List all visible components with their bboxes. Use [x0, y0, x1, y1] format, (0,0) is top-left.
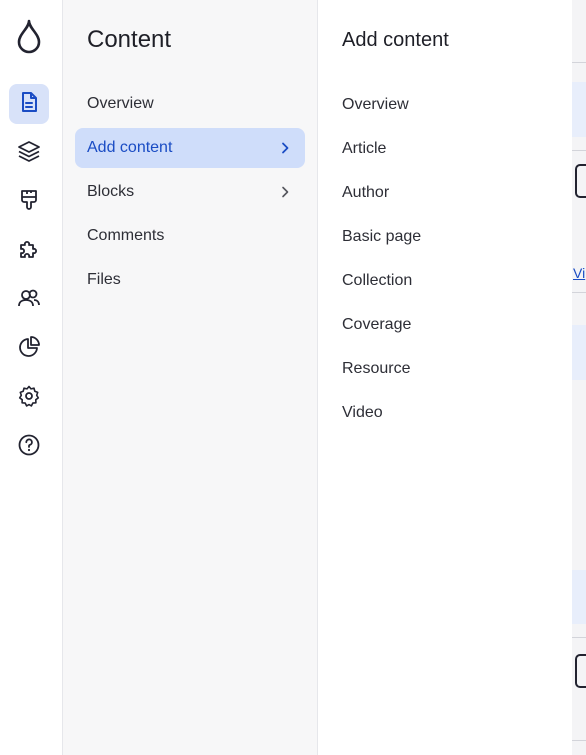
gear-icon [17, 384, 41, 413]
background-link[interactable]: Vi [573, 265, 585, 281]
rail-item-appearance[interactable] [9, 182, 49, 222]
divider [572, 740, 586, 741]
content-type-icon [575, 654, 586, 688]
divider [572, 150, 586, 151]
content-menu-item-overview[interactable]: Overview [75, 84, 305, 124]
rail-item-help[interactable] [9, 427, 49, 467]
content-menu: Content Overview Add content Blocks Comm… [63, 0, 318, 755]
add-content-item-coverage[interactable]: Coverage [342, 316, 411, 334]
add-content-item-basic-page[interactable]: Basic page [342, 228, 421, 246]
rail-item-extend[interactable] [9, 231, 49, 271]
menu-item-label: Files [87, 271, 121, 288]
help-icon [17, 433, 41, 462]
chevron-right-icon [277, 184, 293, 200]
add-content-item-article[interactable]: Article [342, 140, 386, 158]
brush-icon [17, 188, 41, 217]
rail-item-structure[interactable] [9, 133, 49, 173]
content-menu-item-blocks[interactable]: Blocks [75, 172, 305, 212]
pie-chart-icon [17, 335, 41, 364]
menu-item-label: Add content [87, 139, 173, 156]
content-menu-title: Content [87, 26, 172, 53]
add-content-item-collection[interactable]: Collection [342, 272, 412, 290]
drop-logo-icon[interactable] [14, 19, 44, 55]
document-icon [17, 90, 41, 119]
add-content-item-author[interactable]: Author [342, 184, 389, 202]
content-type-icon [575, 164, 586, 198]
table-header [572, 82, 586, 137]
background-page: Vi [572, 0, 586, 755]
content-menu-item-comments[interactable]: Comments [75, 216, 305, 256]
menu-item-label: Overview [87, 95, 154, 112]
add-content-menu: Add content Overview Article Author Basi… [318, 0, 572, 755]
content-menu-item-add-content[interactable]: Add content [75, 128, 305, 168]
divider [572, 62, 586, 63]
add-content-item-video[interactable]: Video [342, 404, 383, 422]
add-content-item-overview[interactable]: Overview [342, 96, 409, 114]
menu-item-label: Blocks [87, 183, 135, 200]
divider [572, 637, 586, 638]
divider [572, 292, 586, 293]
table-header [572, 325, 586, 380]
rail-item-configuration[interactable] [9, 378, 49, 418]
puzzle-icon [17, 237, 41, 266]
rail-item-content[interactable] [9, 84, 49, 124]
rail-item-reports[interactable] [9, 329, 49, 369]
layers-icon [17, 139, 41, 168]
add-content-item-resource[interactable]: Resource [342, 360, 410, 378]
rail-item-people[interactable] [9, 280, 49, 320]
menu-item-label: Comments [87, 227, 165, 244]
users-icon [17, 286, 41, 315]
content-menu-item-files[interactable]: Files [75, 260, 305, 300]
icon-rail [0, 0, 63, 755]
chevron-right-icon [277, 140, 293, 156]
add-content-menu-title: Add content [342, 29, 449, 51]
table-header [572, 570, 586, 624]
